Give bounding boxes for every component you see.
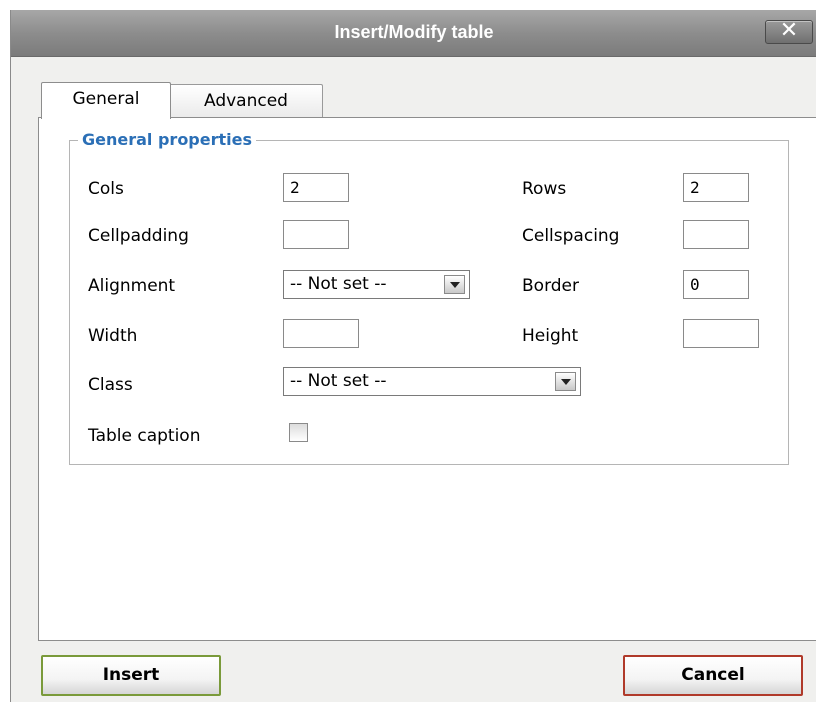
dialog-title: Insert/Modify table [334, 22, 494, 42]
close-icon: ✕ [779, 18, 799, 43]
tab-general[interactable]: General [41, 82, 171, 119]
class-select-value: -- Not set -- [290, 371, 387, 391]
cellspacing-label: Cellspacing [522, 226, 620, 246]
chevron-down-icon[interactable] [444, 275, 465, 294]
fieldset-legend: General properties [78, 130, 257, 149]
insert-table-dialog: Insert/Modify table ✕ General Advanced G… [10, 10, 816, 702]
cellspacing-input[interactable] [683, 220, 749, 249]
border-label: Border [522, 276, 579, 296]
cancel-button[interactable]: Cancel [623, 655, 803, 696]
rows-label: Rows [522, 179, 567, 199]
chevron-down-icon[interactable] [555, 372, 576, 391]
cellpadding-input[interactable] [283, 220, 349, 249]
class-label: Class [88, 375, 133, 395]
width-label: Width [88, 326, 138, 346]
cols-input[interactable]: 2 [283, 173, 349, 202]
border-input[interactable]: 0 [683, 270, 749, 299]
cellpadding-label: Cellpadding [88, 226, 189, 246]
general-properties-fieldset: General properties Cols 2 Rows 2 Cellpad… [69, 130, 789, 465]
height-label: Height [522, 326, 579, 346]
table-caption-checkbox[interactable] [289, 423, 308, 442]
insert-button[interactable]: Insert [41, 655, 221, 696]
height-input[interactable] [683, 319, 759, 348]
general-panel: General properties Cols 2 Rows 2 Cellpad… [38, 117, 816, 641]
cols-label: Cols [88, 179, 124, 199]
alignment-select-value: -- Not set -- [290, 274, 387, 294]
alignment-label: Alignment [88, 276, 176, 296]
width-input[interactable] [283, 319, 359, 348]
alignment-select[interactable]: -- Not set -- [283, 270, 470, 299]
table-caption-label: Table caption [88, 426, 201, 446]
class-select[interactable]: -- Not set -- [283, 367, 581, 396]
rows-input[interactable]: 2 [683, 173, 749, 202]
tab-advanced[interactable]: Advanced [169, 84, 323, 118]
close-button[interactable]: ✕ [765, 18, 813, 44]
dialog-titlebar[interactable]: Insert/Modify table ✕ [11, 10, 816, 57]
